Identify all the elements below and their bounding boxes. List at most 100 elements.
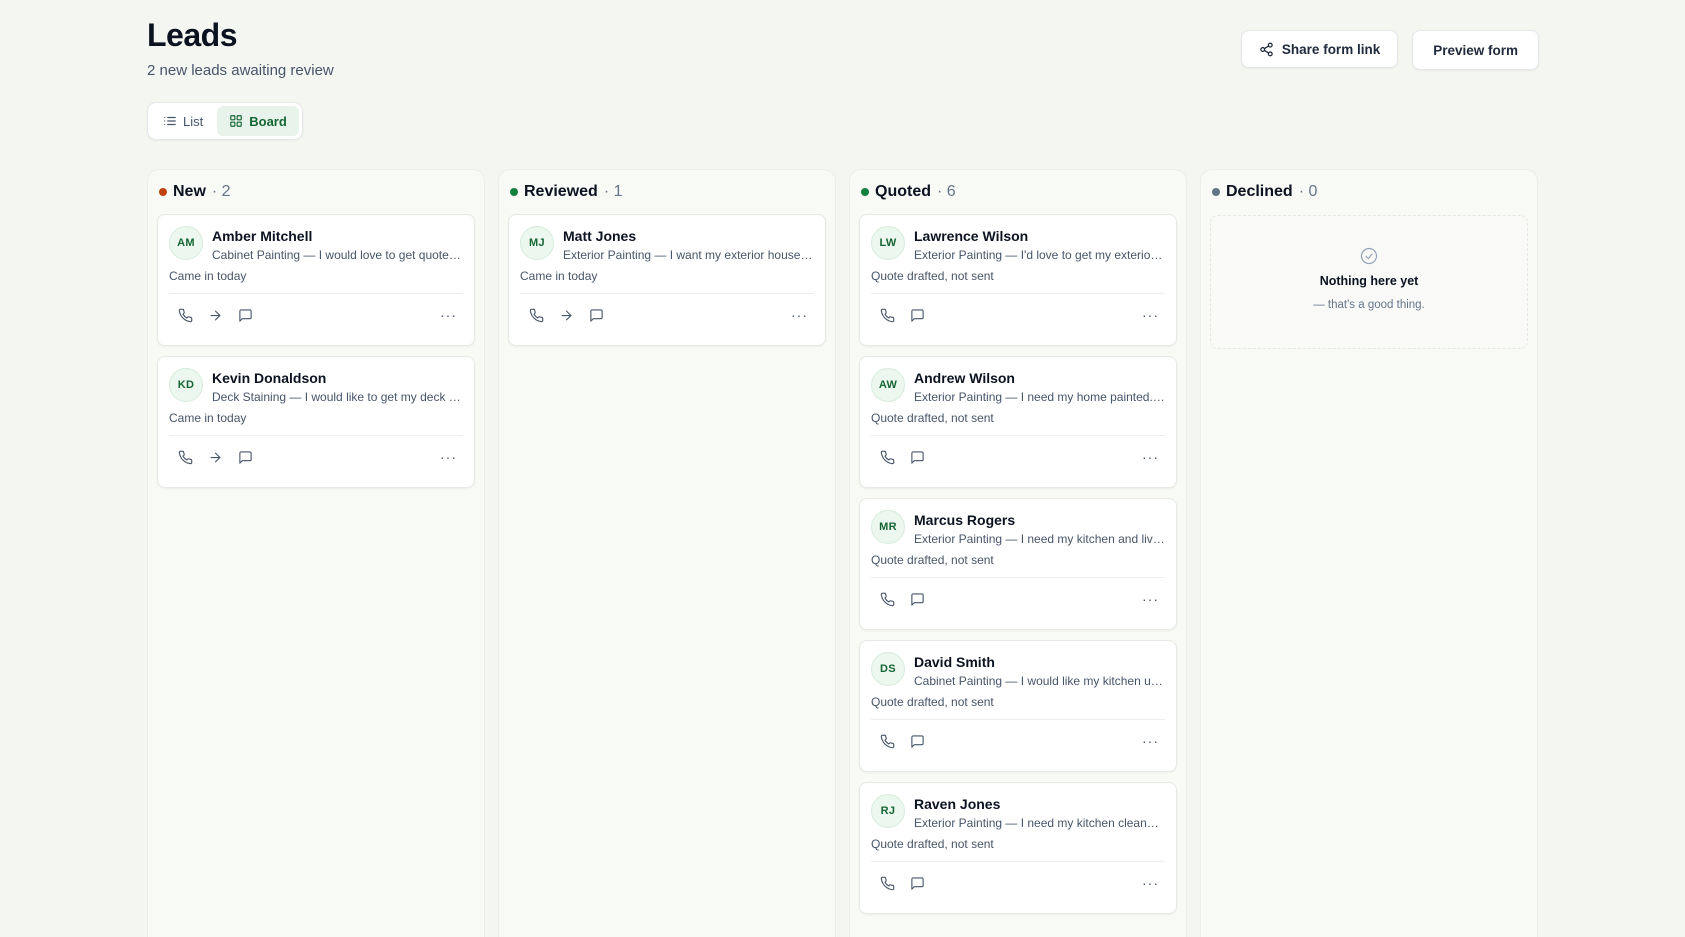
empty-state: Nothing here yet — that's a good thing. <box>1210 215 1528 349</box>
phone-icon[interactable] <box>528 307 544 323</box>
arrow-right-icon[interactable] <box>558 307 574 323</box>
kanban-board: New · 2 AM Amber Mitchell Cabinet Painti… <box>147 169 1538 937</box>
lead-card[interactable]: LW Lawrence Wilson Exterior Painting — I… <box>859 214 1177 346</box>
avatar: KD <box>169 368 203 402</box>
column-count: · 2 <box>211 183 231 200</box>
card-actions: ··· <box>871 294 1165 336</box>
lead-card[interactable]: AM Amber Mitchell Cabinet Painting — I w… <box>157 214 475 346</box>
card-actions: ··· <box>871 436 1165 478</box>
lead-name: Andrew Wilson <box>914 370 1015 386</box>
phone-icon[interactable] <box>879 875 895 891</box>
lead-name: Raven Jones <box>914 796 1001 812</box>
column-title: Reviewed <box>524 183 598 200</box>
card-actions: ··· <box>169 294 463 336</box>
lead-card[interactable]: AW Andrew Wilson Exterior Painting — I n… <box>859 356 1177 488</box>
more-options-icon[interactable]: ··· <box>1142 734 1159 748</box>
phone-icon[interactable] <box>177 307 193 323</box>
lead-card[interactable]: MR Marcus Rogers Exterior Painting — I n… <box>859 498 1177 630</box>
avatar: AM <box>169 226 203 260</box>
lead-description: Deck Staining — I would like to get my d… <box>212 390 463 404</box>
column-new: New · 2 AM Amber Mitchell Cabinet Painti… <box>147 169 485 937</box>
view-toggle-board-label: Board <box>249 113 287 129</box>
phone-icon[interactable] <box>879 307 895 323</box>
share-form-link-button[interactable]: Share form link <box>1240 30 1399 68</box>
column-count: · 0 <box>1298 183 1318 200</box>
arrow-right-icon[interactable] <box>207 449 223 465</box>
column-declined: Declined · 0 Nothing here yet — that's a… <box>1200 169 1538 937</box>
lead-card[interactable]: DS David Smith Cabinet Painting — I woul… <box>859 640 1177 772</box>
phone-icon[interactable] <box>177 449 193 465</box>
column-header: Reviewed · 1 <box>508 170 826 214</box>
more-options-icon[interactable]: ··· <box>1142 308 1159 322</box>
avatar: DS <box>871 652 905 686</box>
message-icon[interactable] <box>909 307 925 323</box>
preview-form-button[interactable]: Preview form <box>1412 30 1539 70</box>
view-toggle-list[interactable]: List <box>151 106 215 136</box>
lead-name: Matt Jones <box>563 228 637 244</box>
view-toggle-board[interactable]: Board <box>217 106 299 136</box>
leads-page: Leads 2 new leads awaiting review Share … <box>0 0 1685 937</box>
lead-name: Marcus Rogers <box>914 512 1016 528</box>
column-title: New <box>173 183 206 200</box>
column-title: Declined <box>1226 183 1293 200</box>
status-dot <box>510 188 518 196</box>
phone-icon[interactable] <box>879 449 895 465</box>
message-icon[interactable] <box>909 591 925 607</box>
status-dot <box>1212 188 1220 196</box>
avatar: RJ <box>871 794 905 828</box>
lead-status: Quote drafted, not sent <box>871 553 994 567</box>
message-icon[interactable] <box>237 307 253 323</box>
empty-state-title: Nothing here yet <box>1319 274 1419 288</box>
arrow-right-icon[interactable] <box>207 307 223 323</box>
view-toggle-list-label: List <box>183 113 204 129</box>
more-options-icon[interactable]: ··· <box>1142 450 1159 464</box>
preview-form-label: Preview form <box>1433 42 1518 58</box>
message-icon[interactable] <box>237 449 253 465</box>
lead-card[interactable]: MJ Matt Jones Exterior Painting — I want… <box>508 214 826 346</box>
lead-name: Amber Mitchell <box>212 228 313 244</box>
more-options-icon[interactable]: ··· <box>440 450 457 464</box>
card-actions: ··· <box>871 862 1165 904</box>
message-icon[interactable] <box>909 733 925 749</box>
avatar: MR <box>871 510 905 544</box>
lead-status: Came in today <box>169 269 247 283</box>
more-options-icon[interactable]: ··· <box>791 308 808 322</box>
list-icon <box>164 116 176 126</box>
column-header: Declined · 0 <box>1210 170 1528 214</box>
share-icon <box>1260 42 1273 56</box>
column-reviewed: Reviewed · 1 MJ Matt Jones Exterior Pain… <box>498 169 836 937</box>
header-actions: Share form link Preview form <box>1240 30 1539 70</box>
card-actions: ··· <box>520 294 814 336</box>
column-count: · 1 <box>603 183 623 200</box>
lead-description: Cabinet Painting — I would love to get q… <box>212 248 463 262</box>
lead-name: Lawrence Wilson <box>914 228 1029 244</box>
message-icon[interactable] <box>588 307 604 323</box>
phone-icon[interactable] <box>879 591 895 607</box>
more-options-icon[interactable]: ··· <box>440 308 457 322</box>
status-dot <box>159 188 167 196</box>
message-icon[interactable] <box>909 449 925 465</box>
view-toggle: List Board <box>147 102 303 140</box>
page-subtitle: 2 new leads awaiting review <box>147 62 334 80</box>
column-title: Quoted <box>875 183 931 200</box>
column-header: Quoted · 6 <box>859 170 1177 214</box>
lead-status: Quote drafted, not sent <box>871 411 994 425</box>
more-options-icon[interactable]: ··· <box>1142 876 1159 890</box>
lead-description: Exterior Painting — I need my kitchen an… <box>914 532 1165 546</box>
lead-card[interactable]: KD Kevin Donaldson Deck Staining — I wou… <box>157 356 475 488</box>
page-header: Leads 2 new leads awaiting review <box>147 17 334 80</box>
card-actions: ··· <box>169 436 463 478</box>
lead-description: Exterior Painting — I want my exterior h… <box>563 248 814 262</box>
lead-name: Kevin Donaldson <box>212 370 327 386</box>
lead-name: David Smith <box>914 654 995 670</box>
empty-state-subtitle: — that's a good thing. <box>1313 299 1425 311</box>
column-quoted: Quoted · 6 LW Lawrence Wilson Exterior P… <box>849 169 1187 937</box>
column-count: · 6 <box>937 183 956 200</box>
message-icon[interactable] <box>909 875 925 891</box>
page-title: Leads <box>147 17 237 53</box>
phone-icon[interactable] <box>879 733 895 749</box>
avatar: AW <box>871 368 905 402</box>
lead-card[interactable]: RJ Raven Jones Exterior Painting — I nee… <box>859 782 1177 914</box>
more-options-icon[interactable]: ··· <box>1142 592 1159 606</box>
lead-status: Quote drafted, not sent <box>871 695 994 709</box>
